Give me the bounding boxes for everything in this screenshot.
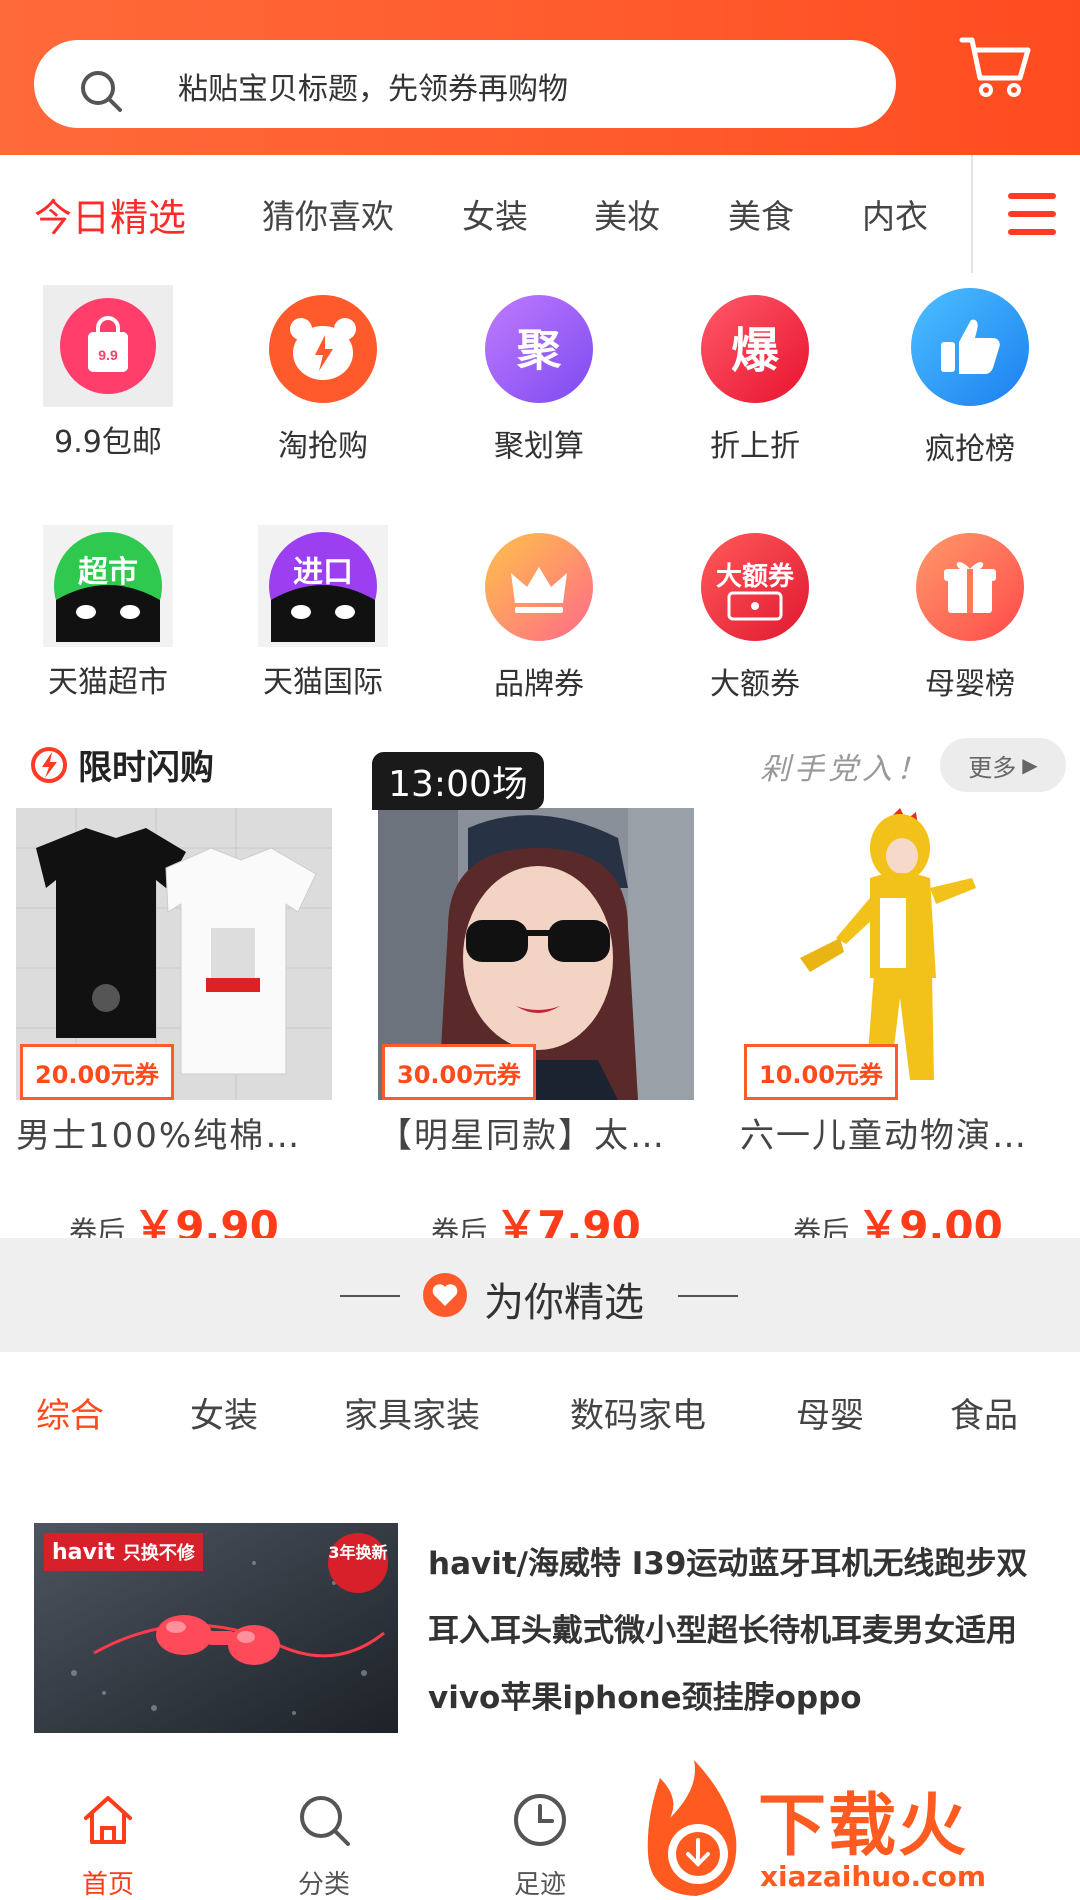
product-list-item[interactable]: havit 只换不修 3年换新 havit/海威特 I39运动蓝牙耳机无线跑步双…	[34, 1523, 1054, 1733]
shopping-bag-icon: 9.9	[60, 298, 156, 394]
svg-text:大额券: 大额券	[716, 562, 795, 592]
tab-guess-you-like[interactable]: 猜你喜欢	[262, 190, 394, 238]
watermark-text: 下载火	[758, 1787, 969, 1866]
search-placeholder: 粘贴宝贝标题，先领券再购物	[178, 72, 568, 107]
heart-icon	[423, 1273, 467, 1317]
bear-lightning-icon	[269, 295, 377, 403]
grid-item-tmall-global[interactable]: 进口 天猫国际	[248, 525, 398, 701]
grid-item-baby-rank[interactable]: 母婴榜	[895, 533, 1045, 703]
product-image-tshirts: 20.00元券	[16, 808, 332, 1100]
three-year-badge: 3年换新	[328, 1533, 388, 1593]
search-icon	[300, 1796, 350, 1846]
search-icon	[81, 71, 122, 112]
product-image-sunglasses: 30.00元券	[378, 808, 694, 1100]
chevron-right-icon: ▶	[1022, 753, 1038, 777]
big-coupon-icon: 大额券	[701, 533, 809, 641]
tab-womens[interactable]: 女装	[462, 190, 528, 238]
divider-line	[340, 1295, 400, 1297]
product-thumbnail: havit 只换不修 3年换新	[34, 1523, 398, 1733]
product-description: havit/海威特 I39运动蓝牙耳机无线跑步双耳入耳头戴式微小型超长待机耳麦男…	[428, 1546, 1028, 1716]
flash-product-card[interactable]: 20.00元券 男士100%纯棉短袖T恤 券后￥9.90	[16, 808, 346, 1254]
product-name: 男士100%纯棉短袖T恤	[16, 1116, 334, 1156]
svg-text:进口: 进口	[293, 555, 353, 590]
flash-sale-slogan: 剁手党入！	[760, 752, 930, 787]
lightning-icon	[31, 746, 67, 783]
product-name: 【明星同款】太阳镜	[378, 1116, 696, 1156]
grid-label: 疯抢榜	[925, 432, 1015, 467]
tmall-supermarket-icon: 超市	[54, 532, 162, 642]
header-bar: 粘贴宝贝标题，先领券再购物	[0, 0, 1080, 155]
coupon-badge: 20.00元券	[20, 1044, 174, 1100]
flame-logo-icon	[647, 1760, 737, 1896]
nav-label: 首页	[81, 1870, 134, 1900]
bao-icon: 爆	[701, 295, 809, 403]
havit-logo: havit 只换不修	[44, 1533, 203, 1571]
thumbs-up-icon	[911, 288, 1029, 406]
nav-label: 分类	[297, 1870, 350, 1900]
grid-item-juhuasuan[interactable]: 聚 聚划算	[464, 295, 614, 465]
grid-label: 天猫国际	[263, 665, 383, 700]
cart-icon[interactable]	[958, 34, 1034, 100]
tab-furniture[interactable]: 家具家装	[344, 1388, 480, 1437]
grid-item-9-9-free-shipping[interactable]: 9.9 9.9包邮	[33, 285, 183, 461]
category-tabs: 今日精选 猜你喜欢 女装 美妆 美食 内衣	[0, 155, 1080, 273]
coupon-badge: 30.00元券	[382, 1044, 536, 1100]
product-image-costume: 10.00元券	[740, 808, 1056, 1100]
coupon-badge: 10.00元券	[744, 1044, 898, 1100]
grid-item-tao-rush[interactable]: 淘抢购	[248, 295, 398, 465]
nav-home[interactable]: 首页	[38, 1790, 178, 1900]
flash-product-card[interactable]: 10.00元券 六一儿童动物演出服 券后 ￥9.00	[740, 808, 1070, 1254]
svg-text:聚: 聚	[516, 325, 562, 376]
divider-line	[678, 1295, 738, 1297]
grid-label: 折上折	[710, 429, 800, 464]
tab-food[interactable]: 美食	[728, 190, 794, 238]
tab-baby[interactable]: 母婴	[796, 1388, 864, 1437]
tab-today-picks[interactable]: 今日精选	[34, 187, 186, 242]
tab-beauty[interactable]: 美妆	[594, 190, 660, 238]
grid-label: 聚划算	[494, 429, 584, 464]
tab-womens-clothing[interactable]: 女装	[190, 1388, 258, 1437]
menu-icon[interactable]	[1008, 193, 1056, 235]
watermark-logo: 下载火 xiazaihuo.com	[640, 1758, 1080, 1900]
flash-product-card[interactable]: 30.00元券 【明星同款】太阳镜 券后 ￥7.90	[378, 808, 708, 1254]
tab-food-products[interactable]: 食品	[950, 1388, 1018, 1437]
nav-category[interactable]: 分类	[254, 1790, 394, 1900]
sub-category-tabs: 综合 女装 家具家装 数码家电 母婴 食品	[0, 1352, 1080, 1462]
home-icon	[84, 1796, 132, 1844]
grid-item-tmall-supermarket[interactable]: 超市 天猫超市	[33, 525, 183, 701]
grid-item-brand-coupon[interactable]: 品牌券	[464, 533, 614, 703]
tab-underwear[interactable]: 内衣	[862, 190, 928, 238]
tab-overall[interactable]: 综合	[36, 1388, 104, 1437]
ju-icon: 聚	[485, 295, 593, 403]
grid-label: 9.9包邮	[54, 425, 162, 460]
grid-label: 淘抢购	[278, 429, 368, 464]
watermark-url: xiazaihuo.com	[760, 1860, 987, 1893]
gift-icon	[916, 533, 1024, 641]
tab-divider	[971, 155, 973, 273]
grid-label: 大额券	[710, 667, 800, 702]
grid-item-discount[interactable]: 爆 折上折	[680, 295, 830, 465]
nav-label: 足迹	[513, 1870, 566, 1900]
grid-label: 母婴榜	[925, 667, 1015, 702]
svg-text:爆: 爆	[731, 323, 780, 379]
crown-icon	[485, 533, 593, 641]
nav-history[interactable]: 足迹	[470, 1790, 610, 1900]
grid-label: 天猫超市	[48, 665, 168, 700]
grid-label: 品牌券	[494, 667, 584, 702]
svg-text:超市: 超市	[78, 555, 138, 590]
no-repair-badge: 只换不修	[122, 1543, 195, 1564]
search-bar[interactable]: 粘贴宝贝标题，先领券再购物	[34, 40, 896, 128]
tmall-global-icon: 进口	[269, 532, 377, 642]
svg-text:9.9: 9.9	[98, 347, 118, 363]
more-button[interactable]: 更多 ▶	[940, 738, 1066, 792]
clock-icon	[514, 1794, 566, 1846]
flash-sale-title: 限时闪购	[30, 740, 214, 789]
grid-item-big-coupon[interactable]: 大额券 大额券	[680, 533, 830, 703]
grid-item-hot-rank[interactable]: 疯抢榜	[895, 288, 1045, 468]
for-you-title: 为你精选	[484, 1280, 644, 1326]
time-slot-badge: 13:00场	[372, 752, 544, 810]
tab-electronics[interactable]: 数码家电	[570, 1388, 706, 1437]
product-name: 六一儿童动物演出服	[740, 1116, 1058, 1156]
for-you-header: 为你精选	[0, 1238, 1080, 1352]
